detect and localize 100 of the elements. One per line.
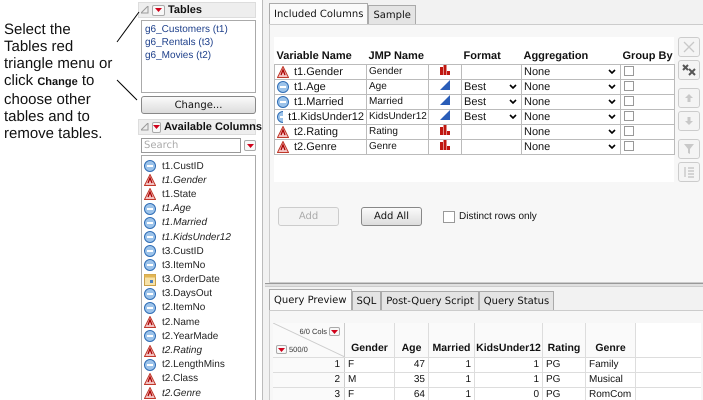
table-cell: t2.Genre <box>294 140 337 152</box>
dropdown-triangle-icon <box>246 144 254 148</box>
column-header: Married <box>432 342 470 354</box>
table-cell: 1 <box>429 358 475 372</box>
table-item[interactable]: g6_Movies (t2) <box>145 49 252 62</box>
chevron-icon <box>608 84 616 89</box>
column-name[interactable]: t1.Gender <box>162 174 206 186</box>
panel-title: Tables <box>168 4 202 16</box>
column-header: Aggregation <box>522 49 620 64</box>
aggregation-dropdown[interactable]: None <box>522 64 620 78</box>
table-item[interactable]: g6_Rentals (t3) <box>145 36 252 49</box>
column-header: Gender <box>351 342 388 354</box>
table-cell: 0 <box>475 388 543 400</box>
tab[interactable]: Sample <box>368 5 416 24</box>
options-menu-button[interactable] <box>329 327 340 336</box>
column-name[interactable]: t2.LengthMins <box>162 359 225 370</box>
table-cell: 64 <box>395 388 429 400</box>
table-cell[interactable]: Married <box>366 94 428 109</box>
down-arrow-icon <box>684 116 694 126</box>
up-arrow-icon <box>684 93 694 103</box>
options-menu-button[interactable] <box>152 122 161 132</box>
bar-chart-icon[interactable] <box>440 125 450 135</box>
options-menu-button[interactable] <box>152 4 165 16</box>
dropdown-triangle-icon <box>155 8 162 12</box>
tab[interactable]: Query Status <box>478 291 554 310</box>
chevron-icon <box>608 99 616 104</box>
column-name[interactable]: t3.CustID <box>162 246 204 257</box>
table-cell: RomCom <box>586 388 636 400</box>
chevron-icon <box>608 129 616 134</box>
options-menu-button[interactable] <box>276 345 287 354</box>
disclosure-icon[interactable] <box>141 6 149 14</box>
table-cell: PG <box>543 388 586 400</box>
column-name[interactable]: t3.OrderDate <box>162 274 220 286</box>
checkbox[interactable] <box>624 66 634 76</box>
change-button[interactable]: Change... <box>141 96 256 114</box>
column-name[interactable]: t1.Married <box>162 217 208 228</box>
column-name[interactable]: t2.Class <box>162 373 198 384</box>
column-name[interactable]: t2.Rating <box>162 345 202 356</box>
disclosure-icon[interactable] <box>141 123 149 131</box>
column-name[interactable]: t1.Age <box>162 203 191 214</box>
checkbox[interactable] <box>624 111 634 122</box>
table-cell: M <box>345 373 395 387</box>
panel-title: Available Columns <box>164 121 262 133</box>
ramp-icon[interactable] <box>440 80 450 90</box>
column-header: Variable Name <box>274 49 366 64</box>
table-cell[interactable]: Genre <box>366 139 428 154</box>
search-field[interactable]: Search <box>141 138 241 153</box>
add-all-button[interactable]: Add All <box>361 207 422 226</box>
aggregation-dropdown[interactable]: None <box>522 124 620 138</box>
aggregation-dropdown[interactable]: None <box>522 94 620 108</box>
column-name[interactable]: t3.ItemNo <box>162 260 206 271</box>
table-cell[interactable]: Gender <box>366 64 428 79</box>
aggregation-dropdown[interactable]: None <box>522 80 620 94</box>
ramp-icon[interactable] <box>440 110 450 120</box>
chevron-icon <box>509 114 517 119</box>
table-item[interactable]: g6_Customers (t1) <box>145 23 252 36</box>
checkbox-label[interactable]: Distinct rows only <box>459 211 537 222</box>
column-name[interactable]: t2.ItemNo <box>162 302 206 314</box>
dropdown-triangle-icon <box>278 348 285 352</box>
sort-icon <box>683 166 695 178</box>
column-name[interactable]: t3.DaysOut <box>162 288 212 300</box>
column-name[interactable]: t2.YearMade <box>162 330 218 342</box>
tab[interactable]: Post-Query Script <box>381 291 479 310</box>
ramp-icon[interactable] <box>440 95 450 105</box>
bar-chart-icon[interactable] <box>440 140 450 150</box>
table-cell: F <box>345 388 395 400</box>
tab[interactable]: Query Preview <box>269 289 352 310</box>
chevron-icon <box>608 114 616 119</box>
checkbox[interactable] <box>624 81 634 92</box>
chevron-icon <box>509 84 517 89</box>
checkbox[interactable] <box>624 126 634 136</box>
checkbox[interactable] <box>443 210 455 222</box>
column-name[interactable]: t1.KidsUnder12 <box>162 232 231 243</box>
leader-line <box>116 80 138 100</box>
leader-line <box>116 12 140 42</box>
table-cell[interactable]: KidsUnder12 <box>366 109 428 124</box>
format-dropdown[interactable]: Best <box>462 110 521 124</box>
column-name[interactable]: t1.State <box>162 188 196 200</box>
column-name[interactable]: t1.CustID <box>162 160 204 172</box>
tab[interactable]: Included Columns <box>269 3 368 24</box>
column-name[interactable]: t2.Genre <box>162 388 201 399</box>
remove-all-button[interactable] <box>678 60 700 80</box>
checkbox[interactable] <box>624 141 634 152</box>
options-menu-button[interactable] <box>244 140 256 151</box>
table-cell[interactable]: Age <box>366 79 428 94</box>
column-name[interactable]: t2.Name <box>162 316 200 328</box>
table-cell[interactable]: Rating <box>366 124 428 139</box>
table-cell: t1.Gender <box>294 66 343 78</box>
aggregation-dropdown[interactable]: None <box>522 110 620 124</box>
aggregation-dropdown[interactable]: None <box>522 140 620 154</box>
format-dropdown[interactable]: Best <box>462 94 521 108</box>
column-header: JMP Name <box>366 49 428 64</box>
format-dropdown[interactable]: Best <box>462 80 521 94</box>
bar-chart-icon[interactable] <box>440 65 450 75</box>
tab[interactable]: SQL <box>352 291 382 310</box>
table-cell: 47 <box>395 358 429 372</box>
table-cell: 1 <box>475 358 543 372</box>
table-cell: t1.KidsUnder12 <box>288 110 364 122</box>
column-header: Rating <box>548 342 580 354</box>
checkbox[interactable] <box>624 96 634 106</box>
